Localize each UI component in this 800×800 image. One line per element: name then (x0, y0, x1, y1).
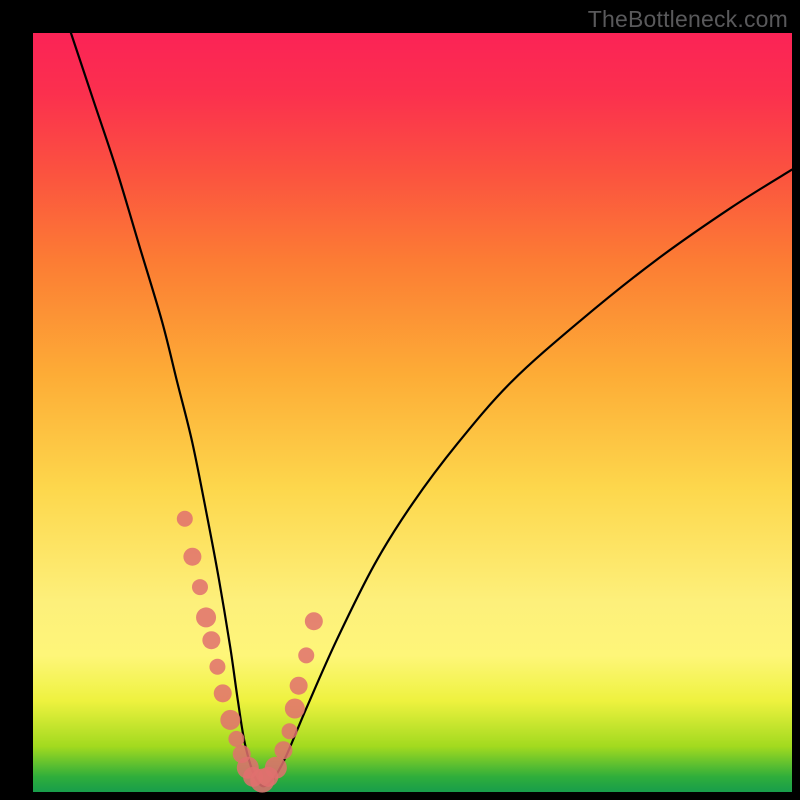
sample-dot (214, 684, 232, 702)
bottleneck-curve (71, 33, 792, 786)
sample-dot (282, 723, 298, 739)
sample-dot (265, 757, 287, 779)
sample-dot (192, 579, 208, 595)
sample-dot (202, 631, 220, 649)
sample-dots-group (177, 511, 323, 793)
sample-dot (305, 612, 323, 630)
sample-dot (183, 548, 201, 566)
sample-dot (209, 659, 225, 675)
sample-dot (290, 677, 308, 695)
sample-dot (196, 607, 216, 627)
chart-frame: TheBottleneck.com (0, 0, 800, 800)
sample-dot (298, 647, 314, 663)
sample-dot (285, 699, 305, 719)
watermark-text: TheBottleneck.com (588, 6, 788, 33)
sample-dot (274, 741, 292, 759)
sample-dot (177, 511, 193, 527)
sample-dot (228, 731, 244, 747)
sample-dot (220, 710, 240, 730)
chart-svg (33, 33, 792, 792)
plot-area (33, 33, 792, 792)
